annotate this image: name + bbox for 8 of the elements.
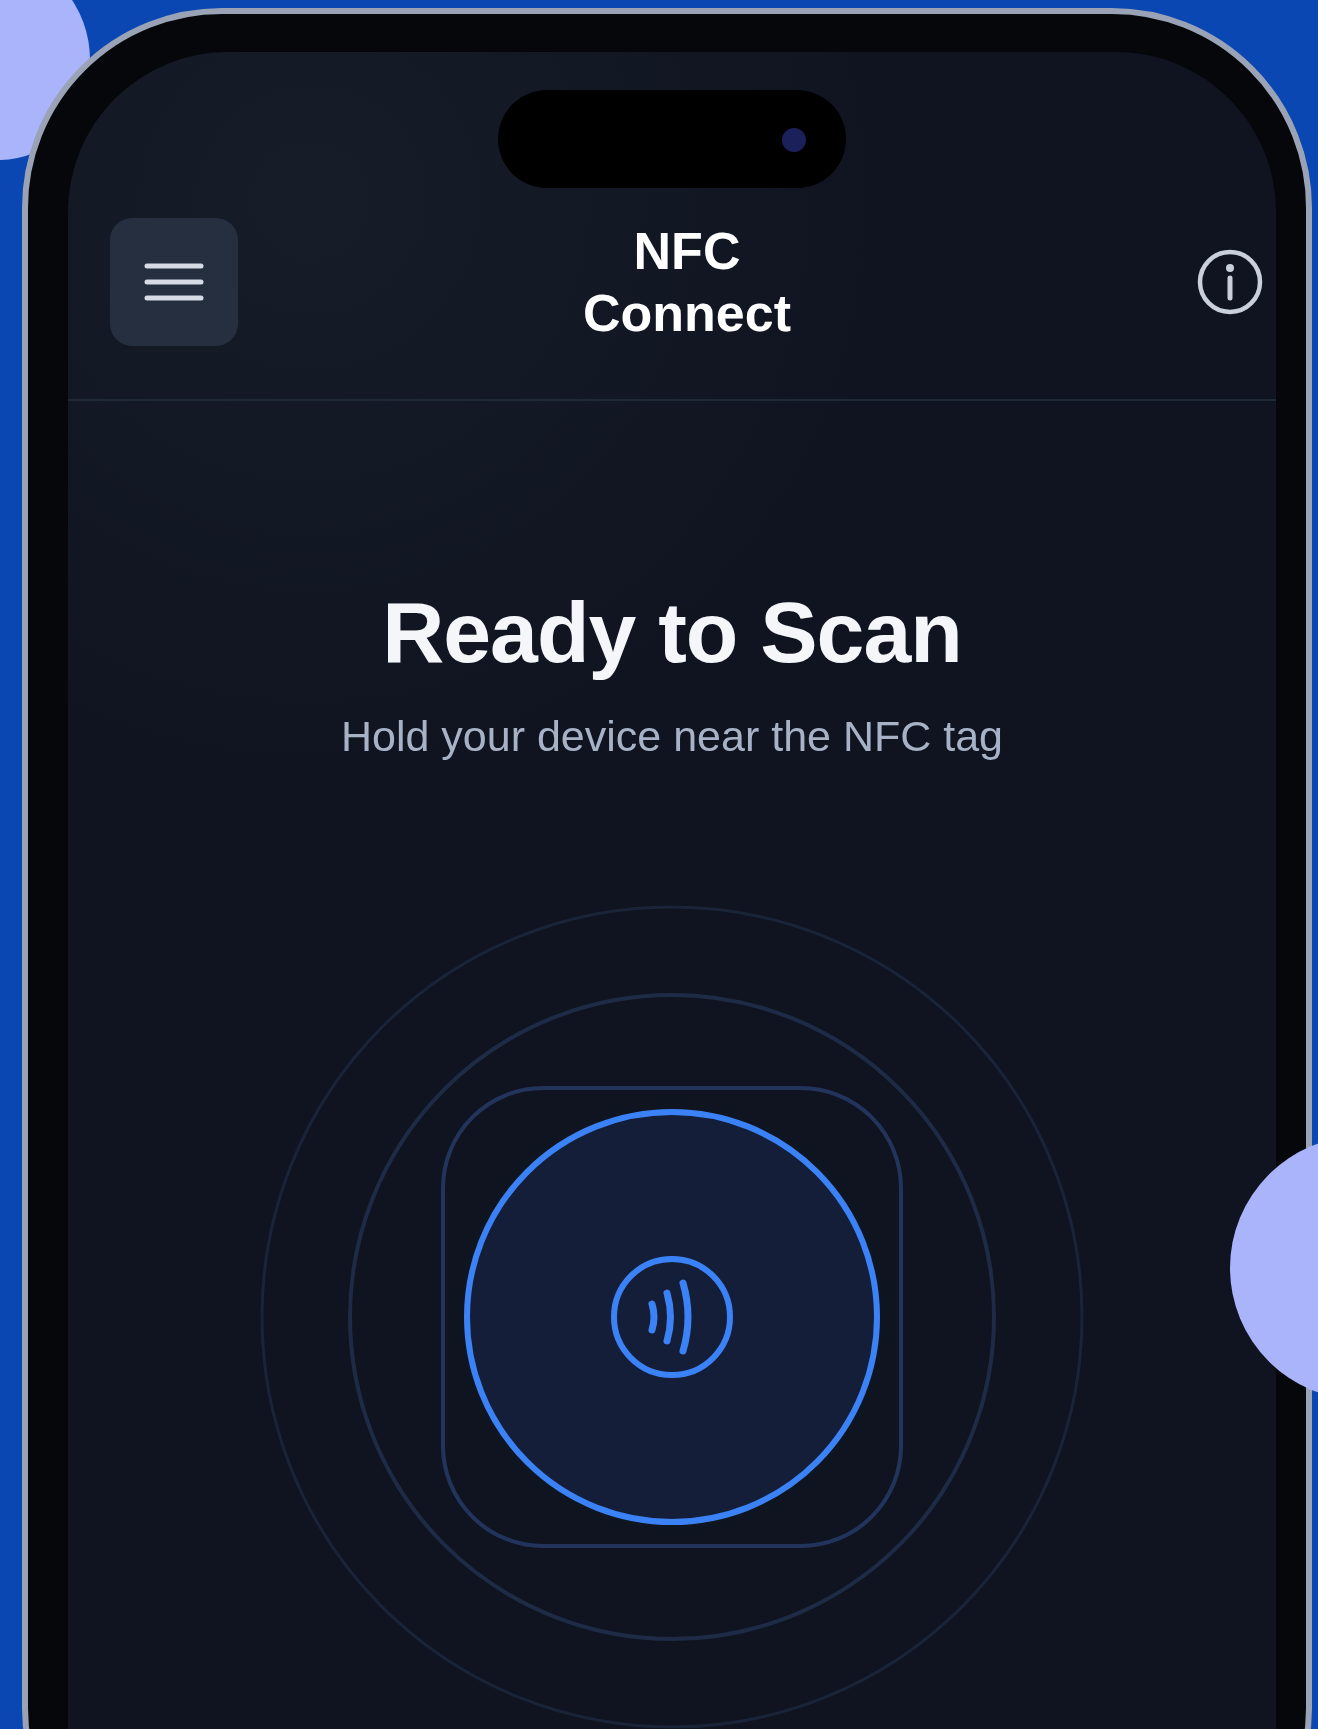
app-title: NFC Connect [582, 220, 792, 344]
menu-icon [144, 262, 204, 302]
nfc-icon [611, 1255, 733, 1378]
info-icon[interactable] [1196, 248, 1264, 316]
scan-heading: Ready to Scan [381, 583, 963, 682]
scan-button[interactable] [464, 1108, 880, 1525]
menu-button[interactable] [110, 218, 238, 346]
scan-subtitle: Hold your device near the NFC tag [339, 711, 1005, 763]
